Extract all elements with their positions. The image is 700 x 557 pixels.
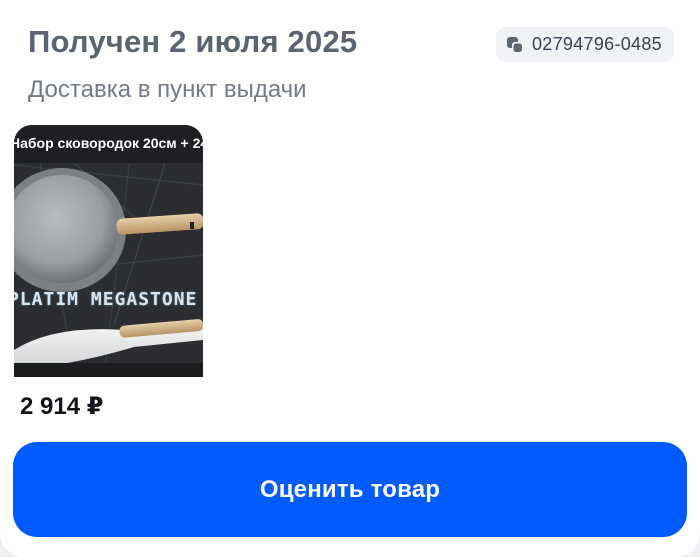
order-status-title: Получен 2 июля 2025 [28,24,358,59]
order-number: 02794796-0485 [531,34,662,54]
order-number-chip[interactable]: 02794796-0485 [495,27,674,62]
copy-icon [506,36,524,54]
rate-product-button-label: Оценить товар [259,475,441,503]
order-card: Получен 2 июля 2025 02794796-0485 Достав… [0,0,700,557]
rate-product-button[interactable]: Оценить товар [13,442,687,537]
product-image-banner-text: Набор сковородок 20см + 24 [14,135,203,151]
product-price: 2 914 ₽ [20,393,104,420]
product-photo [14,125,203,377]
product-image[interactable]: Набор сковородок 20см + 24 PLATIM MEGAST… [14,125,203,377]
product-image-brand-text: PLATIM MEGASTONE [14,289,198,310]
delivery-type: Доставка в пункт выдачи [28,76,307,103]
